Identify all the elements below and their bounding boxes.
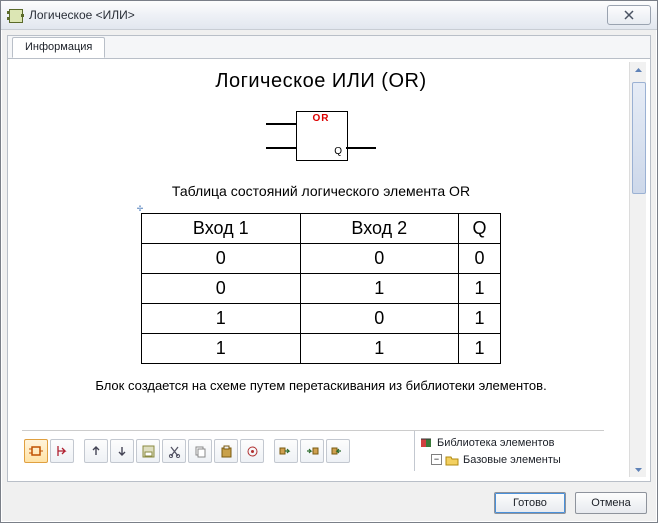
client-panel: Информация Логическое ИЛИ (OR) OR Q Табл… (7, 35, 651, 482)
app-icon (7, 7, 23, 23)
or-gate-diagram: OR Q (256, 105, 386, 169)
window-title: Логическое <ИЛИ> (29, 8, 135, 22)
tree-root[interactable]: Библиотека элементов (419, 434, 600, 451)
toolbar-btn-arrow-down-icon[interactable] (110, 439, 134, 463)
table-row: 0 1 1 (142, 274, 501, 304)
scroll-thumb[interactable] (632, 82, 646, 194)
scroll-down-icon[interactable] (630, 461, 646, 477)
col-header-q: Q (459, 214, 501, 244)
book-icon (419, 436, 433, 450)
toolbar-btn-connect-2-icon[interactable] (300, 439, 324, 463)
toolbar-btn-cut-icon[interactable] (162, 439, 186, 463)
cancel-button[interactable]: Отмена (575, 492, 647, 514)
vertical-scrollbar[interactable] (629, 62, 646, 477)
dialog-button-bar: Готово Отмена (488, 492, 647, 514)
library-tree[interactable]: Библиотека элементов − Базовые элементы (414, 431, 604, 471)
toolbar-btn-paste-icon[interactable] (214, 439, 238, 463)
table-caption: Таблица состояний логического элемента O… (32, 183, 610, 199)
tab-information[interactable]: Информация (12, 37, 105, 58)
toolbar-btn-connect-3-icon[interactable] (326, 439, 350, 463)
content-viewport: Логическое ИЛИ (OR) OR Q Таблица состоян… (12, 62, 646, 477)
scroll-up-icon[interactable] (630, 62, 646, 78)
truth-table-wrap: ✢ Вход 1 Вход 2 Q 0 0 0 0 (141, 213, 501, 364)
folder-icon (445, 453, 459, 467)
dialog-window: Логическое <ИЛИ> Информация Логическое И… (0, 0, 658, 523)
col-header-in1: Вход 1 (142, 214, 301, 244)
close-button[interactable] (607, 5, 651, 25)
tree-node[interactable]: − Базовые элементы (419, 451, 600, 468)
toolbar (22, 431, 414, 471)
description-text: Блок создается на схеме путем перетаскив… (32, 378, 610, 393)
anchor-mark-icon: ✢ (137, 203, 143, 214)
table-row: 0 0 0 (142, 244, 501, 274)
col-header-in2: Вход 2 (300, 214, 459, 244)
gate-label: OR (296, 113, 346, 124)
toolbar-btn-block-icon[interactable] (24, 439, 48, 463)
titlebar[interactable]: Логическое <ИЛИ> (1, 1, 657, 30)
toolbar-btn-arrow-up-icon[interactable] (84, 439, 108, 463)
toolbar-btn-copy-icon[interactable] (188, 439, 212, 463)
document-body: Логическое ИЛИ (OR) OR Q Таблица состоян… (12, 62, 630, 477)
table-header-row: Вход 1 Вход 2 Q (142, 214, 501, 244)
ok-button[interactable]: Готово (494, 492, 566, 514)
page-title: Логическое ИЛИ (OR) (32, 70, 610, 93)
lower-pane: Библиотека элементов − Базовые элементы (22, 430, 604, 471)
tree-node-label: Базовые элементы (463, 454, 561, 466)
toolbar-btn-insert-icon[interactable] (50, 439, 74, 463)
toolbar-btn-connect-1-icon[interactable] (274, 439, 298, 463)
tabstrip: Информация (8, 36, 650, 59)
table-row: 1 1 1 (142, 334, 501, 364)
table-row: 1 0 1 (142, 304, 501, 334)
gate-output-label: Q (334, 146, 342, 157)
toolbar-btn-save-icon[interactable] (136, 439, 160, 463)
toolbar-btn-target-icon[interactable] (240, 439, 264, 463)
tree-root-label: Библиотека элементов (437, 437, 554, 449)
truth-table: Вход 1 Вход 2 Q 0 0 0 0 1 1 (141, 213, 501, 364)
expander-icon[interactable]: − (431, 454, 442, 465)
